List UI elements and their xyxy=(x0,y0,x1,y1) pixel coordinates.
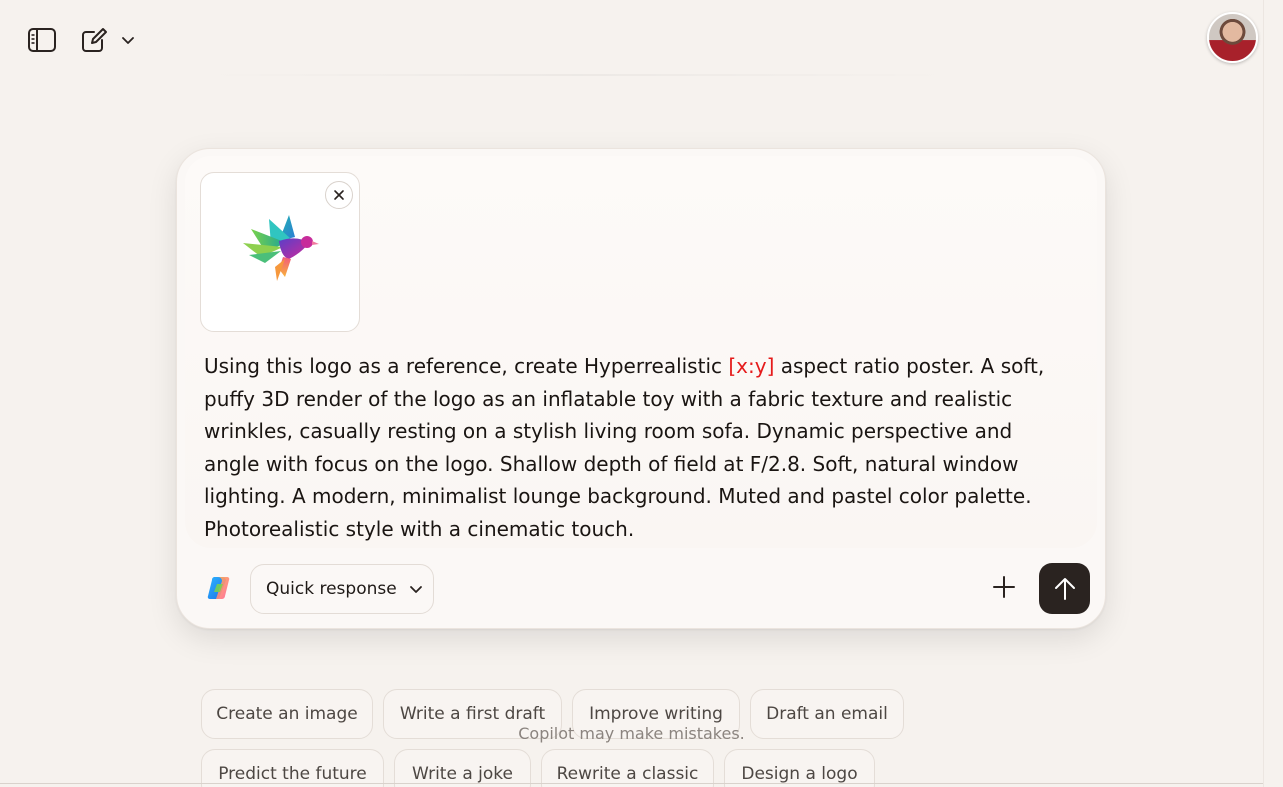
bird-logo-image xyxy=(243,215,319,281)
window-bottom-edge xyxy=(0,783,1263,784)
plus-icon xyxy=(993,576,1015,598)
response-mode-label: Quick response xyxy=(266,579,397,599)
copilot-logo-icon xyxy=(207,576,230,600)
sidebar-toggle-button[interactable] xyxy=(26,24,58,56)
user-avatar[interactable] xyxy=(1207,12,1258,63)
new-chat-button[interactable] xyxy=(78,24,110,56)
prompt-text-start: Using this logo as a reference, create H… xyxy=(204,354,729,378)
chevron-down-icon xyxy=(122,37,134,44)
close-icon xyxy=(334,190,344,200)
suggestion-chip[interactable]: Predict the future xyxy=(201,749,384,787)
image-attachment[interactable] xyxy=(200,172,360,332)
sidebar-icon xyxy=(28,28,56,52)
topbar-left xyxy=(26,24,138,56)
scrollbar-track[interactable] xyxy=(1263,0,1283,787)
response-mode-select[interactable]: Quick response xyxy=(250,564,434,614)
new-chat-dropdown[interactable] xyxy=(118,24,138,56)
composer: Using this logo as a reference, create H… xyxy=(176,148,1106,629)
compose-icon xyxy=(82,28,107,52)
suggestion-chip[interactable]: Rewrite a classic xyxy=(541,749,714,787)
chevron-down-icon xyxy=(409,586,422,593)
remove-attachment-button[interactable] xyxy=(325,181,353,209)
prompt-text-end: aspect ratio poster. A soft, puffy 3D re… xyxy=(204,354,1045,541)
composer-input-area[interactable]: Using this logo as a reference, create H… xyxy=(185,156,1097,548)
arrow-up-icon xyxy=(1054,577,1075,600)
suggestion-chip[interactable]: Design a logo xyxy=(724,749,875,787)
disclaimer-text: Copilot may make mistakes. xyxy=(518,724,745,743)
add-attachment-button[interactable] xyxy=(988,571,1020,603)
send-button[interactable] xyxy=(1039,563,1090,614)
divider xyxy=(200,74,955,76)
aspect-ratio-placeholder: [x:y] xyxy=(728,354,775,378)
suggestion-chip[interactable]: Write a joke xyxy=(394,749,531,787)
prompt-text[interactable]: Using this logo as a reference, create H… xyxy=(204,350,1064,545)
